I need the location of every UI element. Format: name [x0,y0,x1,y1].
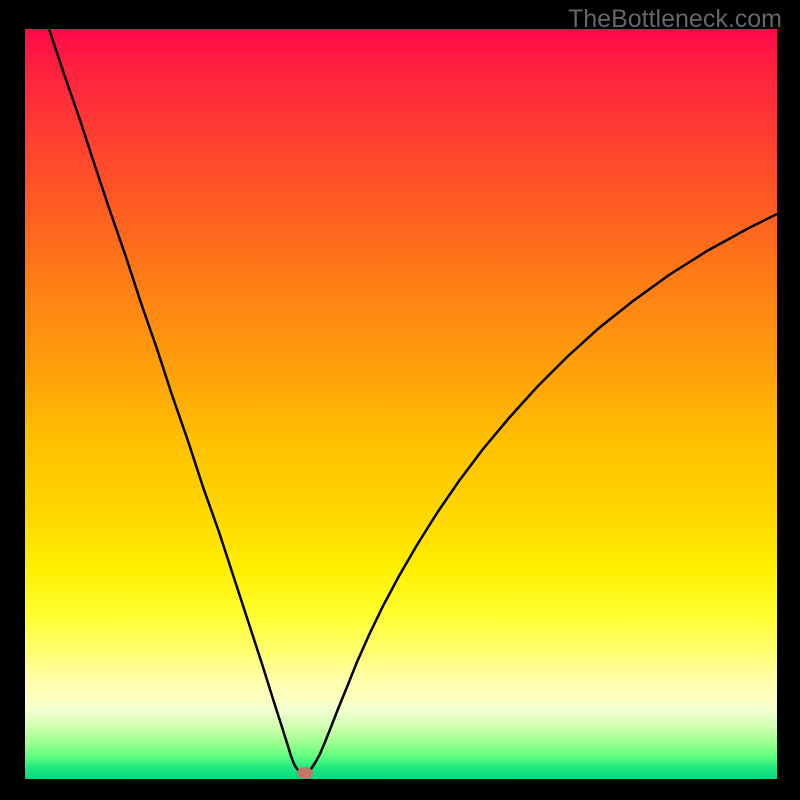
optimal-point-marker [297,767,313,779]
watermark-text: TheBottleneck.com [568,5,782,34]
plot-area [25,29,777,779]
curve-svg [25,29,777,779]
chart-container: TheBottleneck.com [0,0,800,800]
bottleneck-curve [49,29,777,773]
